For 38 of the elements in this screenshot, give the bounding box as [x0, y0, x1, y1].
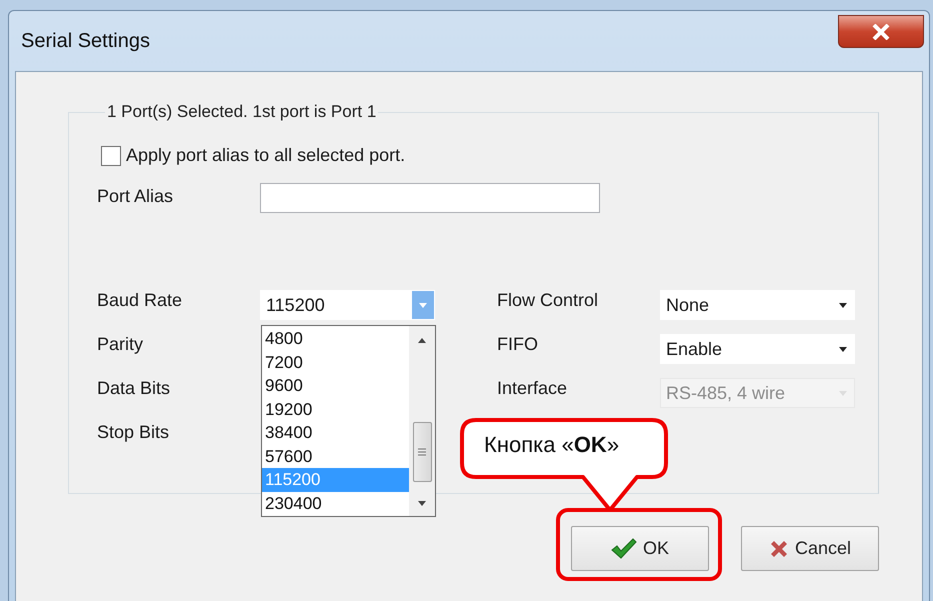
scroll-down-icon [418, 501, 426, 506]
field-label: Stop Bits [97, 422, 170, 444]
field-label: Baud Rate [97, 290, 184, 312]
dropdown-value: 115200 [266, 294, 325, 316]
list-option[interactable]: 38400 [262, 421, 409, 444]
field-label: FIFO [497, 334, 539, 356]
list-option[interactable]: 9600 [262, 374, 409, 398]
ok-button[interactable]: OK [571, 526, 709, 571]
close-icon [872, 24, 890, 40]
dropdown-arrow-icon [839, 302, 847, 308]
field-label: Port Alias [97, 186, 174, 207]
scrollbar[interactable] [409, 326, 435, 516]
dropdown-arrow-icon [419, 302, 427, 308]
callout-text: Кнопка «OK» [484, 432, 620, 458]
close-icon [768, 538, 789, 558]
field-label: Interface [497, 378, 568, 400]
dropdown[interactable]: None [660, 290, 855, 320]
scroll-up-icon [418, 338, 426, 343]
window-title: Serial Settings [21, 30, 150, 52]
list-option[interactable]: 7200 [262, 350, 409, 374]
group-title: 1 Port(s) Selected. 1st port is Port 1 [106, 102, 378, 122]
port-alias-field[interactable] [260, 183, 600, 213]
field-label: Data Bits [97, 378, 172, 400]
dropdown-button[interactable] [412, 291, 434, 319]
list-option[interactable]: 19200 [262, 398, 409, 421]
checkbox-label[interactable]: Apply port alias to all selected port. [126, 145, 406, 166]
field-label: Parity [97, 334, 144, 356]
list-option[interactable]: 57600 [262, 444, 409, 468]
cancel-button[interactable]: Cancel [741, 526, 879, 571]
dropdown[interactable]: Enable [660, 334, 855, 364]
checkbox[interactable] [101, 146, 121, 166]
dropdown-arrow-icon [839, 346, 847, 352]
check-icon [610, 538, 637, 560]
list-option[interactable]: 230400 [262, 492, 409, 515]
close-button[interactable] [838, 15, 924, 48]
scrollbar-thumb[interactable] [412, 422, 432, 482]
field-label: Flow Control [497, 290, 600, 312]
list-option[interactable]: 4800 [262, 327, 409, 350]
